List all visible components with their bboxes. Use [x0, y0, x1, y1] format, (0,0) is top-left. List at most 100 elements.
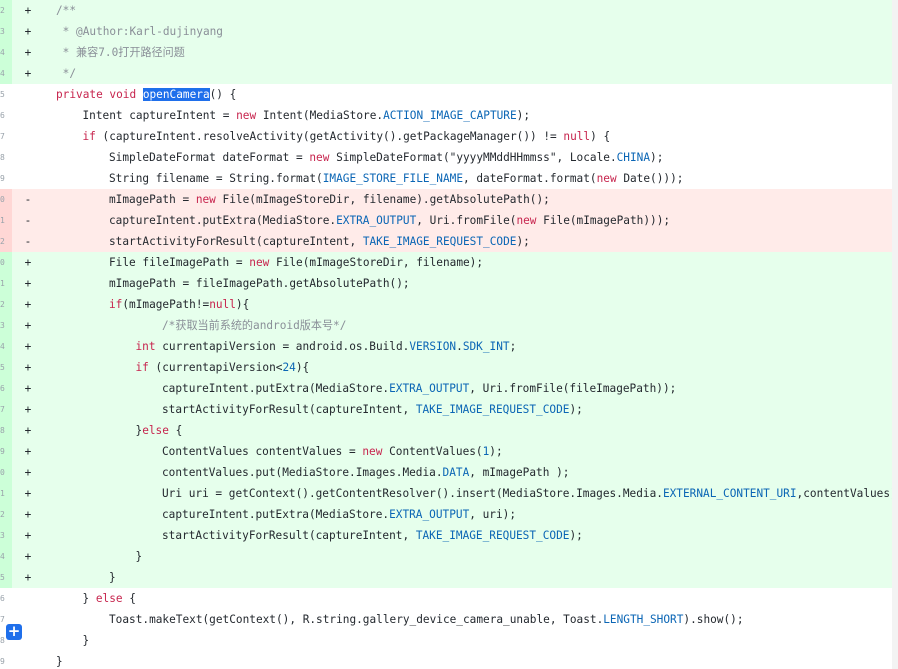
context-line[interactable]: 5 private void openCamera() {: [0, 84, 892, 105]
line-number: 3: [0, 525, 12, 546]
diff-marker: +: [24, 550, 32, 563]
code-token: mImagePath = fileImagePath.getAbsolutePa…: [109, 277, 410, 290]
code-text: startActivityForResult(captureIntent, TA…: [109, 231, 530, 252]
code-token: EXTERNAL_CONTENT_URI: [662, 487, 797, 500]
removed-line[interactable]: 2- startActivityForResult(captureIntent, …: [0, 231, 892, 252]
plus-icon: +: [7, 622, 21, 640]
code-token: File(mImagePath)));: [536, 214, 671, 227]
added-line[interactable]: 8 +}else {: [0, 420, 892, 441]
code-token: TAKE_IMAGE_REQUEST_CODE: [415, 529, 570, 542]
code-text: int currentapiVersion = android.os.Build…: [136, 336, 517, 357]
context-line[interactable]: 9}: [0, 651, 892, 669]
added-line[interactable]: 4 + int currentapiVersion = android.os.Bui…: [0, 336, 892, 357]
code-text: startActivityForResult(captureIntent, TA…: [162, 399, 583, 420]
removed-line[interactable]: 0- mImagePath = new File(mImageStoreDir, …: [0, 189, 892, 210]
context-line[interactable]: 8}: [0, 630, 892, 651]
diff-marker: +: [24, 340, 32, 353]
code-token: }: [56, 655, 63, 668]
diff-marker: +: [24, 445, 32, 458]
context-line[interactable]: 6} else {: [0, 588, 892, 609]
code-token: Intent captureIntent =: [82, 109, 237, 122]
selected-token: openCamera: [142, 88, 210, 101]
added-line[interactable]: 0 + contentValues.put(MediaStore.Images.Me…: [0, 462, 892, 483]
code-token: * 兼容7.0打开路径问题: [56, 46, 185, 59]
code-token: {: [168, 424, 183, 437]
added-line[interactable]: 0 + File fileImagePath = new File(mImageSt…: [0, 252, 892, 273]
code-token: , mImagePath );: [469, 466, 570, 479]
code-token: TAKE_IMAGE_REQUEST_CODE: [415, 403, 570, 416]
removed-line[interactable]: 1- captureIntent.putExtra(MediaStore.EXTR…: [0, 210, 892, 231]
code-token: /**: [56, 4, 77, 17]
line-number: 3: [0, 21, 12, 42]
line-number: 6: [0, 111, 5, 120]
added-line[interactable]: 6 + captureIntent.putExtra(MediaStore.EXTR…: [0, 378, 892, 399]
vertical-scrollbar[interactable]: [892, 0, 898, 669]
line-number: 4: [0, 336, 12, 357]
added-line[interactable]: 9 + ContentValues contentValues = new Cont…: [0, 441, 892, 462]
line-number: 0: [0, 462, 12, 483]
code-token: );: [489, 445, 503, 458]
code-text: SimpleDateFormat dateFormat = new Simple…: [109, 147, 663, 168]
context-line[interactable]: 6 Intent captureIntent = new Intent(Media…: [0, 105, 892, 126]
added-line[interactable]: 3 + /*获取当前系统的android版本号*/: [0, 315, 892, 336]
code-token: EXTRA_OUTPUT: [389, 382, 470, 395]
code-text: File fileImagePath = new File(mImageStor…: [109, 252, 483, 273]
added-line[interactable]: 5 +}: [0, 567, 892, 588]
line-number: 1: [0, 483, 12, 504]
code-text: contentValues.put(MediaStore.Images.Medi…: [162, 462, 569, 483]
code-token: new: [362, 445, 383, 458]
code-token: 24: [282, 361, 296, 374]
diff-marker: +: [24, 508, 32, 521]
added-line[interactable]: 4 + */: [0, 63, 892, 84]
diff-marker: +: [24, 298, 32, 311]
code-token: , Uri.fromFile(fileImagePath));: [469, 382, 677, 395]
added-line[interactable]: 2 + /**: [0, 0, 892, 21]
context-line[interactable]: 9 String filename = String.format(IMAGE_S…: [0, 168, 892, 189]
code-token: Uri uri = getContext().getContentResolve…: [162, 487, 663, 500]
code-token: ) {: [590, 130, 611, 143]
code-token: ).show();: [683, 613, 744, 626]
line-number: 2: [0, 231, 12, 252]
code-token: new: [249, 256, 270, 269]
code-token: new: [516, 214, 537, 227]
added-line[interactable]: 3 + startActivityForResult(captureIntent, …: [0, 525, 892, 546]
added-line[interactable]: 3 + * @Author:Karl-dujinyang: [0, 21, 892, 42]
line-number: 6: [0, 594, 5, 603]
code-token: ACTION_IMAGE_CAPTURE: [383, 109, 517, 122]
code-token: startActivityForResult(captureIntent,: [109, 235, 363, 248]
add-comment-button[interactable]: +: [6, 624, 22, 640]
line-number: 0: [0, 189, 12, 210]
line-number: 9: [0, 441, 12, 462]
code-text: }: [109, 567, 116, 588]
added-line[interactable]: 4 + * 兼容7.0打开路径问题: [0, 42, 892, 63]
diff-marker: +: [24, 382, 32, 395]
line-number: 8: [0, 420, 12, 441]
code-token: new: [596, 172, 617, 185]
context-line[interactable]: 7 if (captureIntent.resolveActivity(getAc…: [0, 126, 892, 147]
diff-marker: -: [24, 193, 32, 206]
code-token: Date()));: [616, 172, 684, 185]
context-line[interactable]: 7 Toast.makeText(getContext(), R.string.g…: [0, 609, 892, 630]
code-text: }: [83, 630, 90, 651]
added-line[interactable]: 1 + mImagePath = fileImagePath.getAbsolute…: [0, 273, 892, 294]
code-token: /*获取当前系统的android版本号*/: [162, 319, 347, 332]
added-line[interactable]: 2 + if(mImagePath!=null){: [0, 294, 892, 315]
code-text: if(mImagePath!=null){: [109, 294, 249, 315]
line-number: 2: [0, 0, 12, 21]
context-line[interactable]: 8 SimpleDateFormat dateFormat = new Simpl…: [0, 147, 892, 168]
code-text: startActivityForResult(captureIntent, TA…: [162, 525, 583, 546]
code-token: }: [135, 550, 143, 563]
code-token: File(mImageStoreDir, filename);: [269, 256, 484, 269]
added-line[interactable]: 4 +}: [0, 546, 892, 567]
code-text: Toast.makeText(getContext(), R.string.ga…: [109, 609, 744, 630]
diff-marker: -: [24, 214, 32, 227]
added-line[interactable]: 2 + captureIntent.putExtra(MediaStore.EXTR…: [0, 504, 892, 525]
code-text: * 兼容7.0打开路径问题: [56, 42, 185, 63]
diff-marker: +: [24, 319, 32, 332]
added-line[interactable]: 1 + Uri uri = getContext().getContentResol…: [0, 483, 892, 504]
diff-marker: +: [24, 487, 32, 500]
added-line[interactable]: 7 + startActivityForResult(captureIntent, …: [0, 399, 892, 420]
added-line[interactable]: 5 + if (currentapiVersion<24){: [0, 357, 892, 378]
diff-marker: +: [24, 403, 32, 416]
line-number: 4: [0, 63, 12, 84]
